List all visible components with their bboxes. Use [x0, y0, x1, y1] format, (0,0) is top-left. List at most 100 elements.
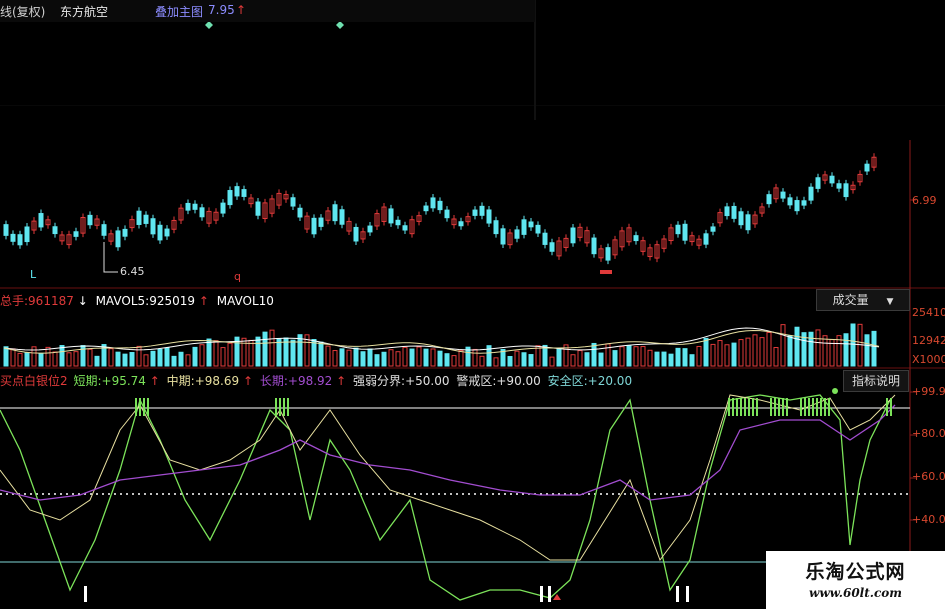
indicator-name: 买点白银位2	[0, 374, 68, 388]
candlestick	[227, 190, 233, 206]
indicator-axis-80: +80.00	[912, 427, 945, 440]
volume-axis-top: 25410	[912, 306, 945, 319]
signal-bar	[275, 398, 277, 416]
safe-zone-label: 安全区:	[547, 374, 588, 388]
long-term-label: 长期:	[259, 374, 288, 388]
candlestick	[549, 242, 555, 252]
mavol5-up-arrow-icon: ↑	[198, 294, 209, 308]
candlestick	[38, 213, 44, 228]
signal-bar	[139, 398, 141, 416]
candlestick	[745, 214, 751, 231]
candlestick	[353, 226, 359, 242]
signal-bar	[804, 398, 806, 416]
bottom-mid-mark: q	[234, 270, 241, 283]
candlestick	[339, 209, 345, 225]
candlestick	[633, 235, 639, 242]
mavol10-label: MAVOL10	[216, 294, 274, 308]
volume-bar	[87, 348, 93, 367]
candlestick	[73, 231, 79, 237]
candlestick	[395, 219, 401, 226]
candlestick	[199, 207, 205, 218]
signal-bar	[135, 398, 137, 416]
candlestick	[367, 225, 373, 233]
candlestick	[801, 200, 807, 206]
volume-bar	[850, 323, 856, 367]
buy-marker	[84, 586, 87, 602]
price-axis-label: 6.99	[912, 194, 937, 207]
volume-bar	[640, 346, 646, 367]
volume-bar	[402, 346, 408, 367]
volume-bar	[332, 350, 338, 367]
mid-term-label: 中期:	[166, 374, 195, 388]
volume-bar	[577, 350, 583, 367]
signal-bar	[736, 398, 738, 416]
volume-bar	[514, 350, 520, 367]
volume-bar	[507, 355, 513, 367]
candlestick	[731, 205, 737, 219]
candlestick	[605, 247, 611, 261]
volume-bar	[528, 354, 534, 367]
signal-bar	[820, 398, 822, 416]
volume-bar	[192, 346, 198, 367]
volume-bar	[479, 355, 485, 367]
indicator-help-button[interactable]: 指标说明	[843, 370, 909, 392]
candlestick	[24, 226, 30, 243]
candlestick	[290, 197, 296, 207]
signal-bar	[748, 398, 750, 416]
chevron-down-icon: ▼	[886, 297, 894, 307]
volume-total-label: 总手:	[0, 294, 29, 308]
signal-bar	[283, 398, 285, 416]
short-term-label: 短期:	[73, 374, 102, 388]
signal-dot	[832, 388, 838, 394]
buy-marker	[540, 586, 543, 602]
volume-bar	[458, 349, 464, 367]
volume-bar	[724, 344, 730, 367]
candlestick	[430, 197, 436, 209]
volume-bar	[108, 348, 114, 367]
volume-bar	[388, 349, 394, 367]
candlestick	[458, 221, 464, 227]
candlestick	[87, 214, 93, 226]
volume-bar	[759, 337, 765, 367]
volume-bar	[570, 354, 576, 367]
low-price-marker: 6.45	[120, 265, 145, 278]
volume-bar	[710, 343, 716, 367]
candlestick	[101, 224, 107, 236]
volume-bar	[451, 355, 457, 367]
volume-bar	[10, 348, 16, 367]
candlestick	[570, 227, 576, 244]
volume-bar	[262, 331, 268, 367]
mid-up-arrow-icon: ↑	[242, 374, 254, 388]
signal-bar	[786, 398, 788, 416]
signal-bar	[886, 398, 888, 416]
candlestick	[710, 226, 716, 232]
volume-bar	[647, 349, 653, 367]
volume-bar	[598, 352, 604, 367]
volume-bar	[717, 340, 723, 367]
volume-bar	[395, 351, 401, 367]
volume-bar	[843, 333, 849, 367]
signal-bar	[143, 398, 145, 416]
volume-bar	[269, 329, 275, 367]
candlestick	[836, 183, 842, 189]
volume-bar	[178, 351, 184, 367]
volume-bar	[633, 346, 639, 367]
volume-bar	[521, 352, 527, 367]
signal-bar	[732, 398, 734, 416]
volume-bar	[164, 347, 170, 367]
volume-indicator-selector[interactable]: 成交量 ▼	[816, 289, 910, 311]
volume-bar	[591, 342, 597, 367]
signal-bar	[808, 398, 810, 416]
candlestick	[682, 223, 688, 241]
mid-term-value: +98.69	[194, 374, 240, 388]
signal-bar	[800, 398, 802, 416]
signal-bar	[147, 398, 149, 416]
short-term-value: +95.74	[101, 374, 146, 388]
volume-bar	[346, 349, 352, 367]
candlestick	[3, 224, 9, 236]
blank-band	[0, 105, 945, 106]
volume-bar	[339, 348, 345, 367]
volume-bar	[129, 352, 135, 367]
signal-bar	[744, 398, 746, 416]
volume-bar	[430, 348, 436, 367]
